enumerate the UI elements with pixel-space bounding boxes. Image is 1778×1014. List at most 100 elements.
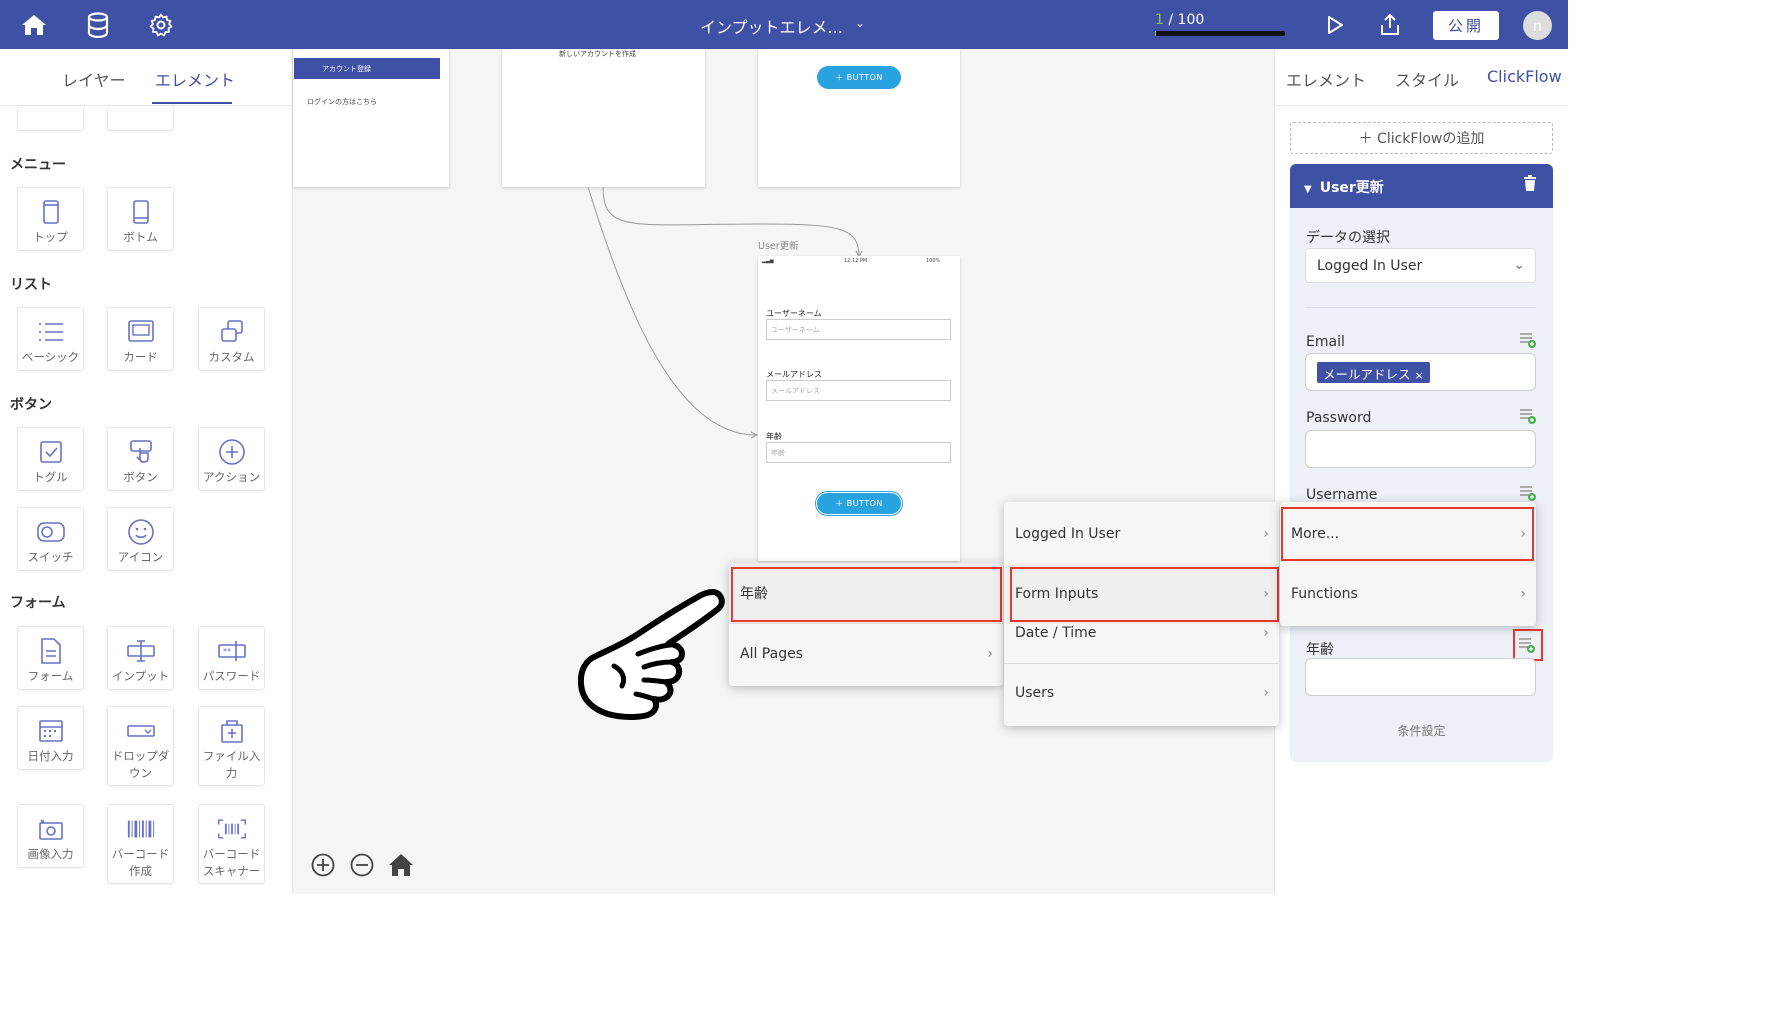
zoom-out-icon[interactable] [350, 853, 374, 881]
home-icon[interactable] [19, 10, 49, 40]
menu-item-users[interactable]: Users › [1004, 663, 1279, 723]
tile-label: カード [123, 350, 158, 364]
tile-password[interactable]: ** パスワード [198, 626, 265, 690]
top-bar: インプットエレメ... ⌄ 1 / 100 公開 n [0, 0, 1568, 49]
chevron-down-icon: ⌄ [1513, 257, 1525, 273]
data-select[interactable]: Logged In User ⌄ [1305, 248, 1536, 283]
tile-input[interactable]: インプット [107, 626, 174, 690]
chevron-right-icon: › [1263, 685, 1269, 701]
tab-element[interactable]: エレメント [1286, 67, 1366, 91]
tile-image-input[interactable]: 画像入力 [17, 804, 84, 868]
zoom-in-icon[interactable] [311, 853, 335, 881]
add-clickflow-button[interactable]: ＋ ClickFlowの追加 [1290, 122, 1553, 154]
avatar[interactable]: n [1523, 11, 1552, 40]
insert-data-icon[interactable] [1519, 407, 1537, 425]
tab-elements[interactable]: エレメント [155, 67, 235, 91]
age-binding-field[interactable] [1305, 658, 1536, 696]
collapse-triangle-icon[interactable]: ▼ [1304, 184, 1312, 195]
trash-icon[interactable] [1523, 175, 1537, 196]
tile-file-input[interactable]: ファイル入力 [198, 706, 265, 786]
app-window: インプットエレメ... ⌄ 1 / 100 公開 n レイヤー エレメント メニ… [0, 0, 1568, 894]
tile-label: アクション [203, 470, 260, 484]
condition-settings-link[interactable]: 条件設定 [1290, 722, 1553, 739]
plus-circle-icon [217, 437, 247, 467]
menu-item-all-pages[interactable]: All Pages › [729, 624, 1003, 684]
chevron-down-icon[interactable]: ⌄ [855, 16, 865, 30]
divider [1305, 307, 1536, 308]
tab-layers[interactable]: レイヤー [62, 67, 126, 91]
counter-used: 1 [1155, 12, 1164, 28]
password-binding-field[interactable] [1305, 430, 1536, 468]
share-icon[interactable] [1375, 10, 1405, 40]
tile-button[interactable]: ボタン [107, 427, 174, 491]
section-form: フォーム [10, 595, 66, 611]
clickflow-title: User更新 [1319, 180, 1384, 196]
barcode-icon [126, 814, 156, 844]
smiley-icon [126, 517, 156, 547]
menu-item-label: Date / Time [1015, 625, 1097, 641]
tile-top-menu[interactable]: トップ [17, 187, 84, 251]
tab-clickflow[interactable]: ClickFlow [1487, 67, 1562, 86]
tile-action[interactable]: アクション [198, 427, 265, 491]
tab-style[interactable]: スタイル [1395, 67, 1459, 91]
clickflow-header[interactable]: ▼ User更新 [1290, 164, 1553, 208]
email-input[interactable]: メールアドレス [766, 380, 951, 401]
tile-custom-list[interactable]: カスタム [198, 307, 265, 371]
tile-barcode-create[interactable]: バーコード作成 [107, 804, 174, 884]
username-input[interactable]: ユーザーネーム [766, 319, 951, 340]
tile-switch[interactable]: スイッチ [17, 507, 84, 571]
menu-item-label: Logged In User [1015, 526, 1121, 542]
age-field-label: 年齢 [1306, 642, 1334, 658]
tile-basic-list[interactable]: ベーシック [17, 307, 84, 371]
tile-form[interactable]: フォーム [17, 626, 84, 690]
checkbox-icon [36, 437, 66, 467]
tile-toggle[interactable]: トグル [17, 427, 84, 491]
email-binding-field[interactable]: メールアドレス × [1305, 353, 1536, 391]
tile-partial[interactable] [107, 107, 174, 131]
barcode-scan-icon [217, 814, 247, 844]
gear-icon[interactable] [146, 10, 176, 40]
remove-chip-icon[interactable]: × [1415, 369, 1424, 382]
password-icon: ** [217, 636, 247, 666]
tile-label: ベーシック [21, 350, 80, 364]
tile-bottom-menu[interactable]: ボトム [107, 187, 174, 251]
properties-panel: エレメント スタイル ClickFlow ＋ ClickFlowの追加 ▼ Use… [1274, 49, 1568, 894]
database-icon[interactable] [83, 10, 113, 40]
age-label: 年齢 [766, 432, 782, 441]
calendar-icon [36, 716, 66, 746]
menu-item-label: Functions [1291, 586, 1358, 602]
design-canvas[interactable]: アカウント登録 ログインの方はこちら 新しいアカウントを作成 ＋ BUTTON … [293, 49, 1274, 894]
tile-label: フォーム [27, 669, 74, 683]
insert-data-icon[interactable] [1519, 484, 1537, 502]
tile-label: ボトム [123, 230, 158, 244]
document-icon [36, 636, 66, 666]
tile-date-input[interactable]: 日付入力 [17, 706, 84, 770]
insert-data-icon[interactable] [1519, 331, 1537, 349]
tile-dropdown[interactable]: ドロップダウン [107, 706, 174, 786]
publish-button[interactable]: 公開 [1433, 11, 1499, 40]
card-icon [126, 317, 156, 347]
pointing-hand-icon [578, 589, 725, 720]
selected-button[interactable]: ＋ BUTTON [815, 491, 903, 516]
menu-item-logged-in-user[interactable]: Logged In User › [1004, 504, 1279, 564]
tile-barcode-scanner[interactable]: バーコードスキャナー [198, 804, 265, 884]
tile-icon[interactable]: アイコン [107, 507, 174, 571]
user-update-screen[interactable]: ▂▃▅ 12:12 PM 100% ユーザーネーム ユーザーネーム メールアドレ… [758, 256, 960, 561]
tile-label: バーコードスキャナー [202, 847, 261, 878]
canvas-home-icon[interactable] [388, 853, 414, 881]
custom-list-icon [217, 317, 247, 347]
menu-item-functions[interactable]: Functions › [1280, 564, 1536, 624]
highlight-box [1513, 629, 1543, 661]
frame-label: User更新 [758, 241, 799, 252]
email-chip[interactable]: メールアドレス × [1317, 362, 1430, 383]
quota-bar [1155, 31, 1285, 36]
top-menu-icon [36, 197, 66, 227]
tile-partial[interactable] [17, 107, 84, 131]
play-icon[interactable] [1320, 10, 1350, 40]
tile-card-list[interactable]: カード [107, 307, 174, 371]
chevron-right-icon: › [1263, 625, 1269, 641]
tile-label: トップ [33, 230, 68, 244]
age-input[interactable]: 年齢 [766, 442, 951, 463]
quota-fill [1155, 31, 1157, 36]
app-title[interactable]: インプットエレメ... [700, 14, 843, 38]
